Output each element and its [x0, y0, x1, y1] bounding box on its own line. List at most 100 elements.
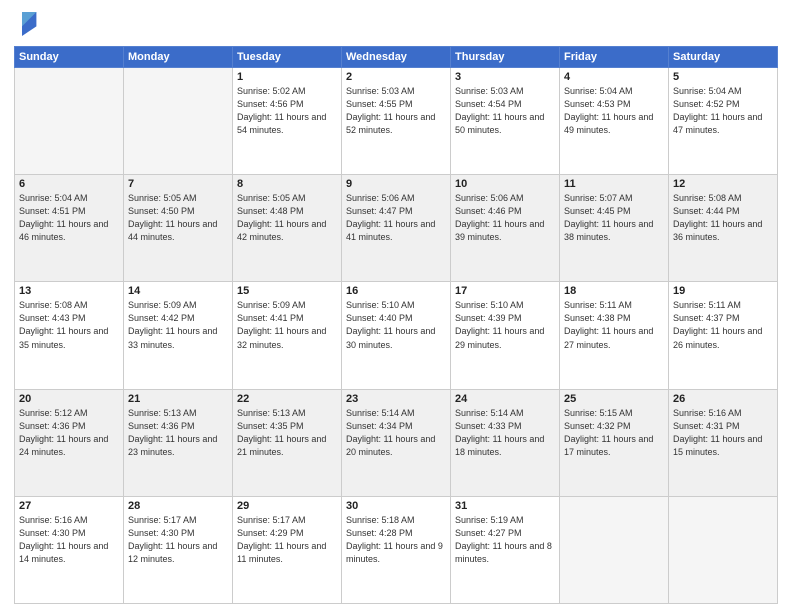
day-number: 7: [128, 178, 228, 190]
day-number: 11: [564, 178, 664, 190]
day-info: Sunrise: 5:06 AMSunset: 4:46 PMDaylight:…: [455, 192, 555, 244]
calendar-cell: 21 Sunrise: 5:13 AMSunset: 4:36 PMDayligh…: [124, 389, 233, 496]
calendar-cell: 9Sunrise: 5:06 AMSunset: 4:47 PMDaylight…: [342, 175, 451, 282]
calendar-cell: [560, 496, 669, 603]
day-number: 16: [346, 285, 446, 297]
day-info: Sunrise: 5:10 AMSunset: 4:40 PMDaylight:…: [346, 299, 446, 351]
day-number: 17: [455, 285, 555, 297]
day-number: 22: [237, 393, 337, 405]
day-info: Sunrise: 5:18 AMSunset: 4:28 PMDaylight:…: [346, 514, 446, 566]
calendar-cell: 30Sunrise: 5:18 AMSunset: 4:28 PMDayligh…: [342, 496, 451, 603]
day-info: Sunrise: 5:09 AMSunset: 4:42 PMDaylight:…: [128, 299, 228, 351]
calendar-cell: 28 Sunrise: 5:17 AMSunset: 4:30 PMDayligh…: [124, 496, 233, 603]
day-number: 28: [128, 500, 228, 512]
calendar-cell: [124, 68, 233, 175]
day-number: 26: [673, 393, 773, 405]
weekday-header: Wednesday: [342, 47, 451, 68]
day-number: 14: [128, 285, 228, 297]
calendar-cell: 20 Sunrise: 5:12 AMSunset: 4:36 PMDayligh…: [15, 389, 124, 496]
calendar-table: SundayMondayTuesdayWednesdayThursdayFrid…: [14, 46, 778, 604]
weekday-header: Saturday: [669, 47, 778, 68]
day-number: 18: [564, 285, 664, 297]
day-info: Sunrise: 5:03 AMSunset: 4:55 PMDaylight:…: [346, 85, 446, 137]
day-info: Sunrise: 5:15 AMSunset: 4:32 PMDaylight:…: [564, 407, 664, 459]
calendar-cell: 16 Sunrise: 5:10 AMSunset: 4:40 PMDayligh…: [342, 282, 451, 389]
day-info: Sunrise: 5:12 AMSunset: 4:36 PMDaylight:…: [19, 407, 119, 459]
day-info: Sunrise: 5:06 AMSunset: 4:47 PMDaylight:…: [346, 192, 446, 244]
day-info: Sunrise: 5:16 AMSunset: 4:30 PMDaylight:…: [19, 514, 119, 566]
day-number: 25: [564, 393, 664, 405]
calendar-cell: 1Sunrise: 5:02 AMSunset: 4:56 PMDaylight…: [233, 68, 342, 175]
day-info: Sunrise: 5:16 AMSunset: 4:31 PMDaylight:…: [673, 407, 773, 459]
calendar-cell: 23 Sunrise: 5:14 AMSunset: 4:34 PMDayligh…: [342, 389, 451, 496]
day-info: Sunrise: 5:05 AMSunset: 4:48 PMDaylight:…: [237, 192, 337, 244]
day-number: 12: [673, 178, 773, 190]
calendar-cell: 2 Sunrise: 5:03 AMSunset: 4:55 PMDaylight…: [342, 68, 451, 175]
day-number: 27: [19, 500, 119, 512]
day-info: Sunrise: 5:13 AMSunset: 4:36 PMDaylight:…: [128, 407, 228, 459]
day-number: 3: [455, 71, 555, 83]
calendar-cell: [15, 68, 124, 175]
weekday-header: Monday: [124, 47, 233, 68]
day-number: 4: [564, 71, 664, 83]
day-info: Sunrise: 5:17 AMSunset: 4:29 PMDaylight:…: [237, 514, 337, 566]
day-number: 23: [346, 393, 446, 405]
day-info: Sunrise: 5:04 AMSunset: 4:51 PMDaylight:…: [19, 192, 119, 244]
day-number: 29: [237, 500, 337, 512]
header: [14, 10, 778, 38]
day-info: Sunrise: 5:03 AMSunset: 4:54 PMDaylight:…: [455, 85, 555, 137]
day-number: 8: [237, 178, 337, 190]
day-info: Sunrise: 5:11 AMSunset: 4:37 PMDaylight:…: [673, 299, 773, 351]
day-number: 1: [237, 71, 337, 83]
calendar-cell: 19 Sunrise: 5:11 AMSunset: 4:37 PMDayligh…: [669, 282, 778, 389]
calendar-cell: 3 Sunrise: 5:03 AMSunset: 4:54 PMDaylight…: [451, 68, 560, 175]
day-info: Sunrise: 5:17 AMSunset: 4:30 PMDaylight:…: [128, 514, 228, 566]
calendar-cell: [669, 496, 778, 603]
calendar-cell: 22Sunrise: 5:13 AMSunset: 4:35 PMDayligh…: [233, 389, 342, 496]
weekday-header: Friday: [560, 47, 669, 68]
day-number: 5: [673, 71, 773, 83]
day-info: Sunrise: 5:07 AMSunset: 4:45 PMDaylight:…: [564, 192, 664, 244]
day-info: Sunrise: 5:19 AMSunset: 4:27 PMDaylight:…: [455, 514, 555, 566]
calendar-cell: 14 Sunrise: 5:09 AMSunset: 4:42 PMDayligh…: [124, 282, 233, 389]
day-number: 15: [237, 285, 337, 297]
day-info: Sunrise: 5:14 AMSunset: 4:34 PMDaylight:…: [346, 407, 446, 459]
calendar-cell: 29 Sunrise: 5:17 AMSunset: 4:29 PMDayligh…: [233, 496, 342, 603]
day-info: Sunrise: 5:08 AMSunset: 4:43 PMDaylight:…: [19, 299, 119, 351]
day-info: Sunrise: 5:14 AMSunset: 4:33 PMDaylight:…: [455, 407, 555, 459]
page: SundayMondayTuesdayWednesdayThursdayFrid…: [0, 0, 792, 612]
weekday-header: Tuesday: [233, 47, 342, 68]
day-number: 31: [455, 500, 555, 512]
calendar-cell: 27 Sunrise: 5:16 AMSunset: 4:30 PMDayligh…: [15, 496, 124, 603]
calendar-cell: 5 Sunrise: 5:04 AMSunset: 4:52 PMDaylight…: [669, 68, 778, 175]
day-number: 19: [673, 285, 773, 297]
day-info: Sunrise: 5:10 AMSunset: 4:39 PMDaylight:…: [455, 299, 555, 351]
calendar-cell: 6 Sunrise: 5:04 AMSunset: 4:51 PMDaylight…: [15, 175, 124, 282]
day-number: 20: [19, 393, 119, 405]
calendar-cell: 11 Sunrise: 5:07 AMSunset: 4:45 PMDayligh…: [560, 175, 669, 282]
day-info: Sunrise: 5:09 AMSunset: 4:41 PMDaylight:…: [237, 299, 337, 351]
day-number: 21: [128, 393, 228, 405]
calendar-cell: 10 Sunrise: 5:06 AMSunset: 4:46 PMDayligh…: [451, 175, 560, 282]
logo: [14, 10, 42, 38]
calendar-cell: 15 Sunrise: 5:09 AMSunset: 4:41 PMDayligh…: [233, 282, 342, 389]
weekday-header: Sunday: [15, 47, 124, 68]
calendar-cell: 13 Sunrise: 5:08 AMSunset: 4:43 PMDayligh…: [15, 282, 124, 389]
day-number: 10: [455, 178, 555, 190]
calendar-cell: 17 Sunrise: 5:10 AMSunset: 4:39 PMDayligh…: [451, 282, 560, 389]
day-info: Sunrise: 5:08 AMSunset: 4:44 PMDaylight:…: [673, 192, 773, 244]
day-number: 2: [346, 71, 446, 83]
calendar-cell: 4Sunrise: 5:04 AMSunset: 4:53 PMDaylight…: [560, 68, 669, 175]
day-number: 24: [455, 393, 555, 405]
day-info: Sunrise: 5:11 AMSunset: 4:38 PMDaylight:…: [564, 299, 664, 351]
calendar-cell: 26 Sunrise: 5:16 AMSunset: 4:31 PMDayligh…: [669, 389, 778, 496]
day-info: Sunrise: 5:04 AMSunset: 4:52 PMDaylight:…: [673, 85, 773, 137]
day-number: 6: [19, 178, 119, 190]
calendar-cell: 24 Sunrise: 5:14 AMSunset: 4:33 PMDayligh…: [451, 389, 560, 496]
day-info: Sunrise: 5:05 AMSunset: 4:50 PMDaylight:…: [128, 192, 228, 244]
calendar-cell: 12 Sunrise: 5:08 AMSunset: 4:44 PMDayligh…: [669, 175, 778, 282]
day-number: 13: [19, 285, 119, 297]
calendar-cell: 8 Sunrise: 5:05 AMSunset: 4:48 PMDaylight…: [233, 175, 342, 282]
calendar-cell: 25 Sunrise: 5:15 AMSunset: 4:32 PMDayligh…: [560, 389, 669, 496]
weekday-header: Thursday: [451, 47, 560, 68]
